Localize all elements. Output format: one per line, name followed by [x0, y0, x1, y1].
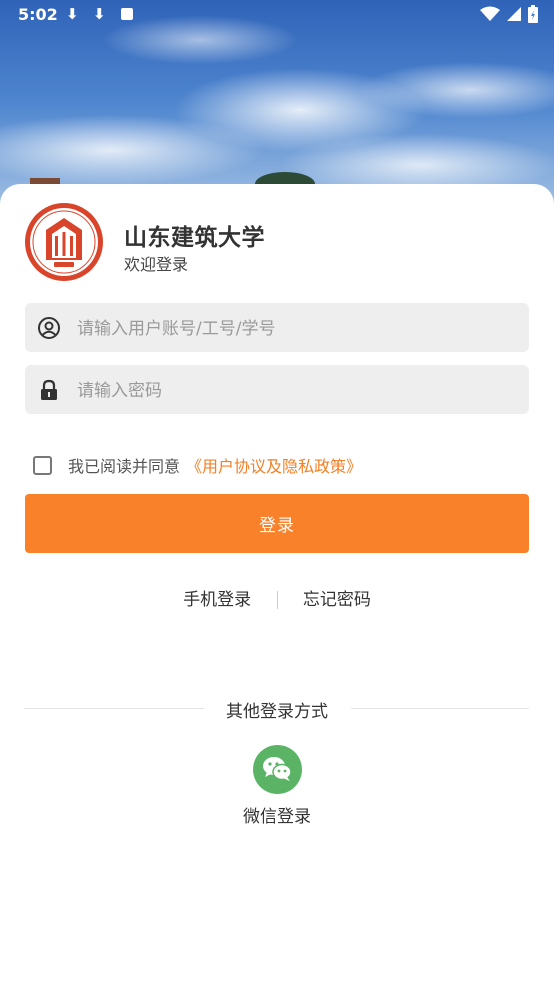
- agree-checkbox[interactable]: [33, 455, 52, 475]
- account-input[interactable]: [75, 303, 519, 354]
- agree-text: 我已阅读并同意: [68, 457, 181, 476]
- status-time: 5:02: [18, 5, 58, 24]
- password-input[interactable]: [75, 365, 519, 416]
- forgot-password-link[interactable]: 忘记密码: [303, 585, 371, 610]
- signal-icon: [507, 7, 521, 21]
- download-icon: ⬇: [93, 5, 106, 23]
- agreement-row: 我已阅读并同意 《用户协议及隐私政策》: [33, 452, 362, 478]
- download-icon: ⬇: [66, 5, 79, 23]
- battery-icon: [528, 5, 538, 23]
- university-logo: [25, 203, 103, 281]
- status-bar: 5:02 ⬇ ⬇: [0, 0, 554, 32]
- user-icon: [38, 317, 60, 339]
- phone-login-link[interactable]: 手机登录: [183, 585, 251, 610]
- welcome-text: 欢迎登录: [124, 255, 189, 274]
- account-field[interactable]: [25, 303, 529, 354]
- alt-links: 手机登录 忘记密码: [0, 585, 554, 610]
- lock-icon: [41, 379, 57, 400]
- login-button[interactable]: 登录: [25, 494, 529, 553]
- divider: [276, 591, 278, 609]
- status-icons: [480, 5, 538, 23]
- agreement-link[interactable]: 《用户协议及隐私政策》: [186, 453, 362, 477]
- wechat-login-label: 微信登录: [243, 807, 311, 827]
- university-name: 山东建筑大学: [124, 225, 265, 251]
- other-login-title: 其他登录方式: [226, 702, 328, 722]
- password-field[interactable]: [25, 365, 529, 416]
- wechat-icon: [263, 757, 292, 781]
- wifi-icon: [480, 6, 500, 21]
- notification-icon: [121, 8, 133, 20]
- wechat-login-button[interactable]: [253, 745, 302, 794]
